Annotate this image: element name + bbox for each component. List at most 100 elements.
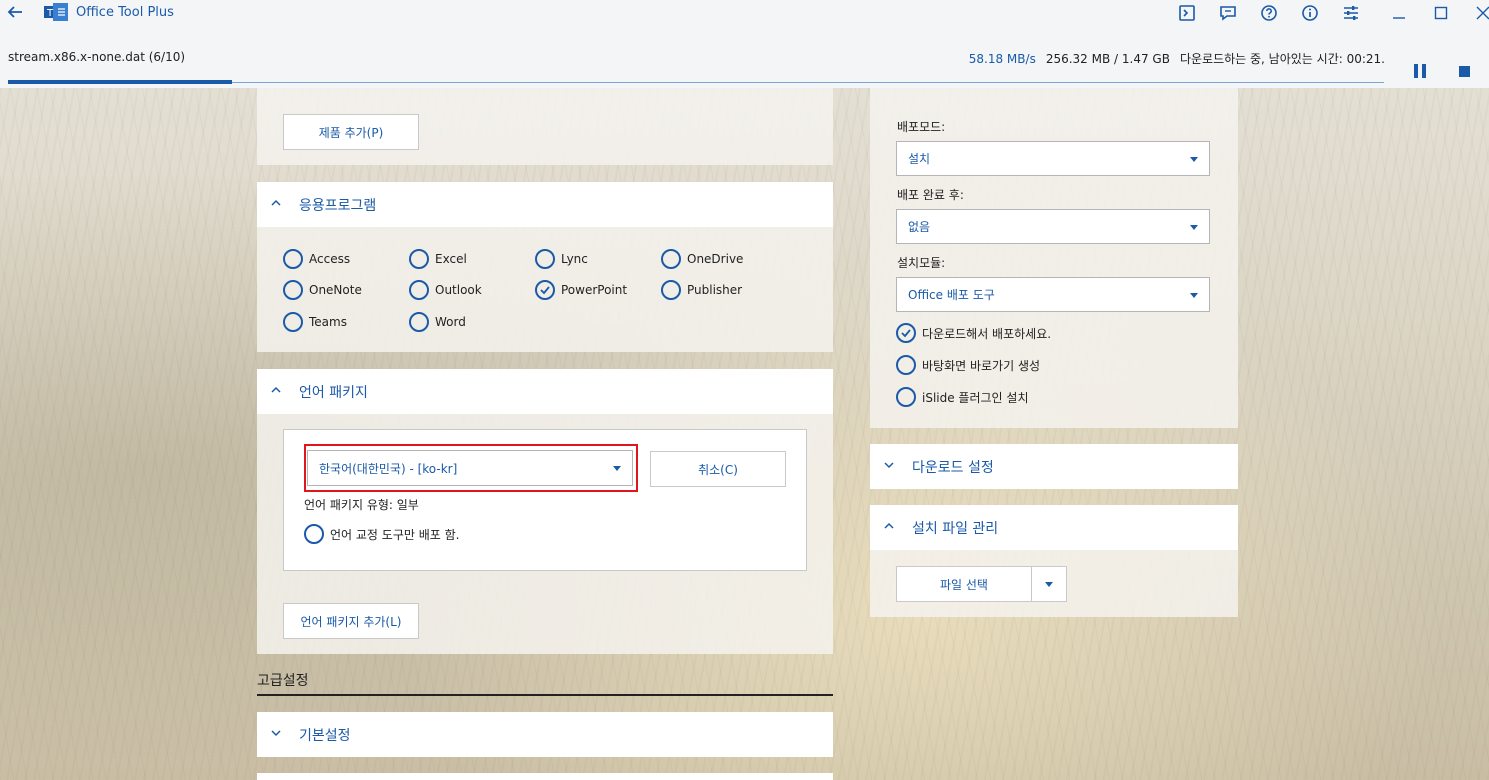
language-section-title: 언어 패키지 [299, 384, 368, 401]
radio-icon [535, 249, 555, 269]
file-select-split-button: 파일 선택 [896, 566, 1067, 602]
checkmark-icon [896, 323, 916, 343]
radio-icon [896, 355, 916, 375]
app-label: Access [309, 252, 351, 266]
close-icon [1476, 6, 1489, 20]
settings-button[interactable] [1340, 2, 1362, 24]
info-button[interactable] [1299, 2, 1321, 24]
radio-icon [409, 280, 429, 300]
app-checkbox-onedrive[interactable]: OneDrive [661, 249, 743, 269]
pause-button[interactable] [1413, 64, 1427, 78]
app-label: OneNote [309, 283, 362, 297]
chevron-up-icon [271, 198, 285, 211]
back-button[interactable] [6, 3, 26, 23]
islide-plugin-checkbox[interactable]: iSlide 플러그인 설치 [896, 387, 1029, 407]
app-checkbox-access[interactable]: Access [283, 249, 350, 269]
product-panel: 제품 추가(P) [257, 88, 833, 165]
arrow-left-icon [7, 6, 22, 18]
app-checkbox-lync[interactable]: Lync [535, 249, 588, 269]
stop-button[interactable] [1459, 66, 1470, 77]
toolbar-icons [1176, 2, 1381, 24]
close-button[interactable] [1472, 2, 1489, 24]
caret-down-icon [1190, 156, 1198, 162]
checkmark-icon [535, 280, 555, 300]
chevron-down-icon [271, 728, 285, 741]
download-progress-fill [8, 80, 233, 84]
highlight-annotation [304, 444, 638, 492]
basic-settings-header[interactable]: 기본설정 [257, 712, 833, 757]
radio-icon [304, 524, 324, 544]
app-label: Outlook [435, 283, 482, 297]
download-settings-title: 다운로드 설정 [912, 459, 994, 476]
download-status: 58.18 MB/s 256.32 MB / 1.47 GB 다운로드하는 중, 남… [969, 50, 1385, 67]
download-progress-bar [8, 80, 1384, 84]
download-size: 256.32 MB / 1.47 GB [1045, 52, 1170, 66]
app-checkbox-publisher[interactable]: Publisher [661, 280, 742, 300]
option-label: 다운로드해서 배포하세요. [922, 326, 1052, 341]
radio-icon [283, 280, 303, 300]
add-product-button[interactable]: 제품 추가(P) [283, 114, 419, 150]
caret-down-icon [1190, 292, 1198, 298]
proofing-only-label: 언어 교정 도구만 배포 함. [330, 527, 460, 542]
app-checkbox-powerpoint[interactable]: PowerPoint [535, 280, 627, 300]
help-icon [1261, 5, 1277, 21]
logo-letter: T [46, 8, 54, 19]
add-language-button[interactable]: 언어 패키지 추가(L) [283, 603, 419, 639]
feedback-icon [1220, 6, 1236, 21]
feedback-button[interactable] [1217, 2, 1239, 24]
radio-icon [283, 312, 303, 332]
download-settings-header[interactable]: 다운로드 설정 [870, 444, 1238, 489]
app-logo: T [44, 3, 68, 21]
help-button[interactable] [1258, 2, 1280, 24]
proofing-only-checkbox[interactable]: 언어 교정 도구만 배포 함. [304, 524, 459, 544]
app-checkbox-word[interactable]: Word [409, 312, 466, 332]
app-title: Office Tool Plus [76, 5, 174, 20]
option-label: 바탕화면 바로가기 생성 [922, 358, 1041, 373]
chevron-down-icon [884, 460, 898, 473]
app-checkbox-teams[interactable]: Teams [283, 312, 347, 332]
next-section-header [257, 773, 833, 780]
cancel-language-button[interactable]: 취소(C) [650, 451, 786, 487]
minimize-button[interactable] [1388, 2, 1410, 24]
download-and-deploy-checkbox[interactable]: 다운로드해서 배포하세요. [896, 323, 1051, 343]
download-speed: 58.18 MB/s [968, 52, 1036, 66]
app-checkbox-onenote[interactable]: OneNote [283, 280, 362, 300]
advanced-settings-title: 고급설정 [257, 673, 309, 689]
file-select-dropdown[interactable] [1032, 566, 1067, 602]
radio-icon [661, 249, 681, 269]
minimize-icon [1393, 17, 1405, 19]
option-label: iSlide 플러그인 설치 [922, 390, 1029, 405]
radio-icon [896, 387, 916, 407]
desktop-shortcut-checkbox[interactable]: 바탕화면 바로가기 생성 [896, 355, 1040, 375]
app-label: PowerPoint [561, 283, 628, 297]
download-remaining: 다운로드하는 중, 남아있는 시간: 00:21. [1179, 52, 1385, 66]
radio-icon [409, 249, 429, 269]
install-module-select[interactable]: Office 배포 도구 [896, 277, 1210, 312]
language-package-type: 언어 패키지 유형: 일부 [304, 498, 419, 512]
app-label: Teams [309, 315, 347, 329]
app-checkbox-excel[interactable]: Excel [409, 249, 467, 269]
radio-icon [409, 312, 429, 332]
title-bar: T Office Tool Plus stream.x86.x-none.dat… [0, 0, 1489, 88]
console-button[interactable] [1176, 2, 1198, 24]
settings-sliders-icon [1344, 6, 1358, 20]
maximize-button[interactable] [1430, 2, 1452, 24]
install-module-label: 설치모듈: [897, 256, 946, 270]
app-label: Lync [561, 252, 588, 266]
file-management-title: 설치 파일 관리 [912, 520, 999, 537]
advanced-divider [257, 694, 833, 696]
app-checkbox-outlook[interactable]: Outlook [409, 280, 482, 300]
app-label: Excel [435, 252, 467, 266]
file-select-button[interactable]: 파일 선택 [896, 566, 1032, 602]
after-deploy-select[interactable]: 없음 [896, 209, 1210, 244]
language-section-header[interactable]: 언어 패키지 [257, 369, 833, 414]
radio-icon [283, 249, 303, 269]
caret-down-icon [1190, 224, 1198, 230]
app-label: Word [435, 315, 466, 329]
office-tool-plus-logo-icon: T [44, 3, 68, 21]
maximize-icon [1434, 6, 1448, 20]
deploy-mode-select[interactable]: 설치 [896, 141, 1210, 176]
app-label: Publisher [687, 283, 743, 297]
file-management-header[interactable]: 설치 파일 관리 [870, 505, 1238, 550]
apps-section-header[interactable]: 응용프로그램 [257, 182, 833, 227]
